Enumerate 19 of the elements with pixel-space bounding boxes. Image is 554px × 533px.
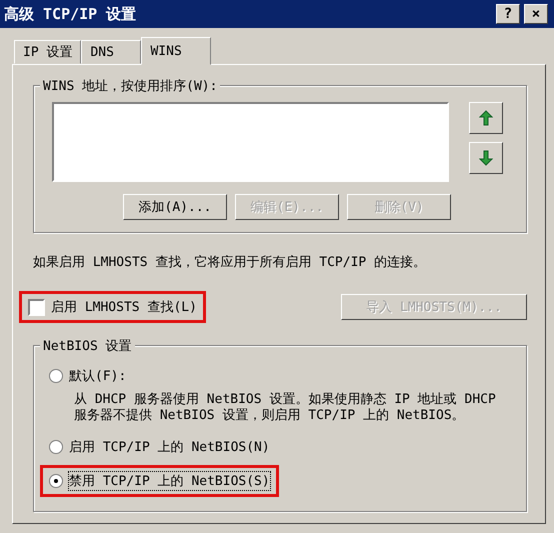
group-title: WINS 地址，按使用排序(W): [40,77,220,95]
window-title: 高级 TCP/IP 设置 [4,4,136,24]
title-bar-button[interactable]: ? [496,4,520,24]
dialog-button[interactable]: 添加(A)... [123,194,227,220]
lmhosts-checkbox[interactable]: 启用 LMHOSTS 查找(L) [19,291,206,323]
tab[interactable]: IP 设置 [14,40,82,64]
move-down-button[interactable] [469,142,503,174]
address-list[interactable] [52,102,449,182]
info-text: 如果启用 LMHOSTS 查找，它将应用于所有启用 TCP/IP 的连接。 [33,254,428,271]
tab[interactable]: WINS [141,37,212,65]
move-up-button[interactable] [469,102,503,134]
title-bar-button[interactable]: × [524,4,548,24]
option-description: 从 DHCP 服务器使用 NetBIOS 设置。如果使用静态 IP 地址或 DHCP 服务器不提供 NetBIOS 设置，则启用 TCP/IP 上的 NetBIOS。 [74,392,497,424]
down-arrow-icon [479,150,493,166]
radio-option[interactable]: 默认(F): [40,360,136,392]
up-arrow-icon [479,110,493,126]
radio-option[interactable]: 启用 TCP/IP 上的 NetBIOS(N) [40,430,279,462]
radio-option[interactable]: 禁用 TCP/IP 上的 NetBIOS(S) [40,464,279,496]
tab[interactable]: DNS [81,40,142,64]
